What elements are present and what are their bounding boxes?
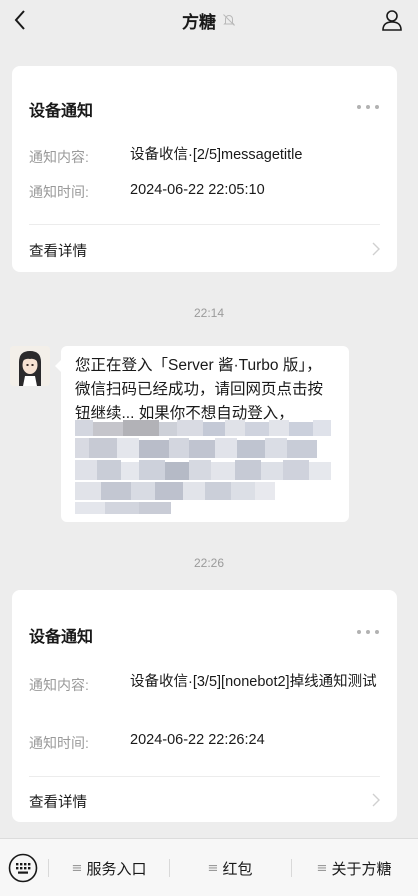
menu-lines-icon: ≡ (207, 860, 219, 876)
menu-label: 红包 (222, 860, 253, 878)
page-title: 方糖 (182, 12, 216, 32)
menu-red-packet[interactable]: ≡ 红包 (170, 839, 290, 896)
notification-card[interactable]: 设备通知 通知内容: 设备收信·[2/5]messagetitle 通知时间: … (12, 66, 397, 272)
top-bar: 方糖 (0, 0, 418, 40)
message-text: 您正在登入「Server 酱·Turbo 版」，微信扫码已经成功，请回网页点击按… (75, 357, 324, 422)
person-icon (382, 10, 402, 31)
bottom-menu-bar: ≡ 服务入口 ≡ 红包 ≡ 关于方糖 (0, 838, 418, 896)
keyboard-icon[interactable] (8, 853, 38, 883)
menu-lines-icon: ≡ (71, 860, 83, 876)
more-icon[interactable] (357, 629, 379, 635)
time-value: 2024-06-22 22:05:10 (130, 182, 265, 198)
view-details-link[interactable]: 查看详情 (29, 791, 87, 812)
menu-lines-icon: ≡ (316, 860, 328, 876)
time-label: 通知时间: (29, 184, 89, 200)
notification-card[interactable]: 设备通知 通知内容: 设备收信·[3/5][nonebot2]掉线通知测试 通知… (12, 590, 397, 822)
menu-label: 服务入口 (86, 860, 147, 878)
profile-button[interactable] (378, 6, 406, 34)
timestamp: 22:14 (193, 306, 225, 320)
message-bubble[interactable]: 您正在登入「Server 酱·Turbo 版」，微信扫码已经成功，请回网页点击按… (55, 346, 349, 522)
card-divider (29, 224, 380, 225)
more-icon[interactable] (357, 104, 379, 110)
chevron-right-icon (372, 242, 380, 256)
menu-label: 关于方糖 (331, 860, 392, 878)
content-label: 通知内容: (29, 149, 89, 165)
avatar[interactable] (10, 346, 50, 386)
time-value: 2024-06-22 22:26:24 (130, 732, 265, 748)
card-divider (29, 776, 380, 777)
content-label: 通知内容: (29, 677, 89, 693)
card-title: 设备通知 (29, 629, 94, 646)
menu-about[interactable]: ≡ 关于方糖 (292, 839, 416, 896)
time-label: 通知时间: (29, 735, 89, 751)
card-title: 设备通知 (29, 103, 94, 120)
view-details-link[interactable]: 查看详情 (29, 240, 87, 261)
chevron-right-icon (372, 793, 380, 807)
mute-bell-icon (222, 13, 236, 27)
menu-service-entry[interactable]: ≡ 服务入口 (49, 839, 169, 896)
content-value: 设备收信·[3/5][nonebot2]掉线通知测试 (130, 674, 377, 690)
content-value: 设备收信·[2/5]messagetitle (130, 147, 303, 163)
timestamp: 22:26 (193, 556, 225, 570)
pixelated-redaction (75, 420, 337, 516)
